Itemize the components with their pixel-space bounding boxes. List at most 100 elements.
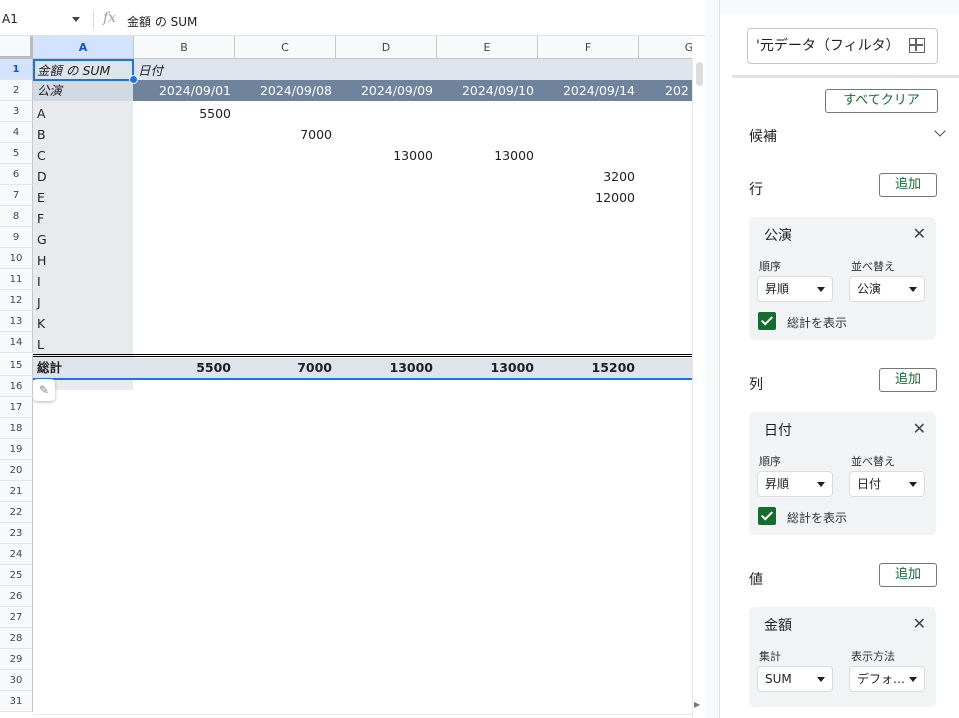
row-header[interactable]: 7 [0, 185, 33, 206]
row-label-cell[interactable]: K [33, 313, 133, 334]
row-header[interactable]: 17 [0, 397, 33, 418]
show-totals-label[interactable]: 総計を表示 [787, 314, 847, 331]
row-label-cell[interactable]: H [33, 250, 133, 271]
column-header[interactable]: F [538, 36, 639, 59]
row-header[interactable]: 23 [0, 523, 33, 544]
date-header[interactable]: 2024/09/10 [437, 80, 538, 101]
row-label-cell[interactable]: I [33, 271, 133, 292]
total-cell[interactable]: 13000 [437, 357, 538, 378]
row-header[interactable]: 14 [0, 332, 33, 353]
date-header[interactable]: 202 [665, 80, 692, 101]
name-box-dropdown-icon[interactable] [72, 17, 80, 22]
row-label-cell[interactable]: J [33, 292, 133, 313]
row-header[interactable]: 2 [0, 80, 33, 101]
grand-total-label[interactable]: 総計 [33, 357, 133, 378]
data-range-input[interactable]: '元データ（フィルタ） [747, 28, 938, 64]
column-header[interactable]: G [639, 36, 692, 59]
chevron-down-icon[interactable] [934, 125, 946, 137]
name-box[interactable]: A1 [0, 8, 86, 30]
scrollbar-thumb[interactable] [696, 62, 703, 86]
row-header[interactable]: 3 [0, 101, 33, 122]
column-header[interactable]: A [33, 36, 134, 59]
total-cell[interactable]: 5500 [134, 357, 235, 378]
column-header[interactable]: C [235, 36, 336, 59]
row-header[interactable]: 30 [0, 670, 33, 691]
close-icon[interactable]: ✕ [913, 224, 926, 243]
spreadsheet-grid[interactable]: ABCDEFG 金額 の SUM 日付 公演 2024/09/01 2024/0… [0, 36, 692, 718]
date-header[interactable]: 2024/09/01 [134, 80, 235, 101]
row-label-cell[interactable]: F [33, 208, 133, 229]
row-header[interactable]: 1 [0, 59, 33, 80]
show-as-dropdown[interactable]: デフォ… [849, 666, 925, 692]
summarize-by-dropdown[interactable]: SUM [757, 666, 833, 692]
select-all-corner[interactable] [0, 36, 33, 59]
horizontal-scrollbar[interactable] [33, 714, 692, 718]
close-icon[interactable]: ✕ [913, 614, 926, 633]
add-value-button[interactable]: 追加 [879, 563, 937, 587]
date-header[interactable]: 2024/09/14 [538, 80, 639, 101]
row-header[interactable]: 15 [0, 355, 33, 376]
sort-by-dropdown[interactable]: 公演 [849, 276, 925, 302]
formula-input[interactable]: 金額 の SUM [127, 13, 197, 30]
total-cell[interactable]: 13000 [336, 357, 437, 378]
row-header[interactable]: 27 [0, 607, 33, 628]
row-header[interactable]: 12 [0, 290, 33, 311]
row-label-cell[interactable]: G [33, 229, 133, 250]
row-header[interactable]: 4 [0, 122, 33, 143]
row-header[interactable]: 11 [0, 269, 33, 290]
select-range-icon[interactable] [909, 38, 925, 53]
column-header[interactable]: D [336, 36, 437, 59]
value-cell[interactable]: 13000 [437, 145, 538, 166]
sort-by-dropdown[interactable]: 日付 [849, 471, 925, 497]
date-header[interactable]: 2024/09/08 [235, 80, 336, 101]
value-cell[interactable]: 3200 [538, 166, 639, 187]
add-column-button[interactable]: 追加 [879, 368, 937, 392]
scroll-down-icon[interactable]: ▶ [694, 700, 700, 709]
total-cell[interactable]: 15200 [538, 357, 639, 378]
row-label-cell[interactable]: A [33, 103, 133, 124]
column-header[interactable]: B [134, 36, 235, 59]
row-header[interactable]: 16 [0, 376, 33, 397]
row-header[interactable]: 25 [0, 565, 33, 586]
row-header[interactable]: 29 [0, 649, 33, 670]
pivot-edit-icon[interactable]: ✎ [33, 379, 55, 401]
row-header[interactable]: 9 [0, 227, 33, 248]
row-label-cell[interactable]: B [33, 124, 133, 145]
add-row-button[interactable]: 追加 [879, 173, 937, 197]
cell-b1[interactable]: 日付 [134, 60, 234, 81]
vertical-scrollbar[interactable] [692, 59, 705, 718]
row-header[interactable]: 22 [0, 502, 33, 523]
row-header[interactable]: 20 [0, 460, 33, 481]
value-cell[interactable]: 12000 [538, 187, 639, 208]
order-dropdown[interactable]: 昇順 [757, 471, 833, 497]
suggestions-label[interactable]: 候補 [749, 126, 777, 146]
row-header[interactable]: 31 [0, 691, 33, 712]
row-header[interactable]: 18 [0, 418, 33, 439]
row-label-cell[interactable]: E [33, 187, 133, 208]
row-header[interactable]: 6 [0, 164, 33, 185]
value-cell[interactable]: 5500 [134, 103, 235, 124]
date-header[interactable]: 2024/09/09 [336, 80, 437, 101]
clear-all-button[interactable]: すべてクリア [825, 89, 938, 113]
row-header[interactable]: 13 [0, 311, 33, 332]
column-header[interactable]: E [437, 36, 538, 59]
row-header[interactable]: 28 [0, 628, 33, 649]
row-header[interactable]: 10 [0, 248, 33, 269]
row-header[interactable]: 21 [0, 481, 33, 502]
row-header[interactable]: 24 [0, 544, 33, 565]
row-label-cell[interactable]: L [33, 334, 133, 355]
row-label-cell[interactable]: C [33, 145, 133, 166]
show-totals-label[interactable]: 総計を表示 [787, 509, 847, 526]
show-totals-checkbox[interactable] [758, 312, 776, 330]
row-header[interactable]: 19 [0, 439, 33, 460]
total-cell[interactable]: 7000 [235, 357, 336, 378]
order-dropdown[interactable]: 昇順 [757, 276, 833, 302]
show-totals-checkbox[interactable] [758, 507, 776, 525]
fill-handle[interactable] [129, 75, 138, 84]
row-label-cell[interactable]: D [33, 166, 133, 187]
cell-a2[interactable]: 公演 [33, 80, 133, 101]
row-header[interactable]: 8 [0, 206, 33, 227]
value-cell[interactable]: 7000 [235, 124, 336, 145]
row-header[interactable]: 5 [0, 143, 33, 164]
close-icon[interactable]: ✕ [913, 419, 926, 438]
